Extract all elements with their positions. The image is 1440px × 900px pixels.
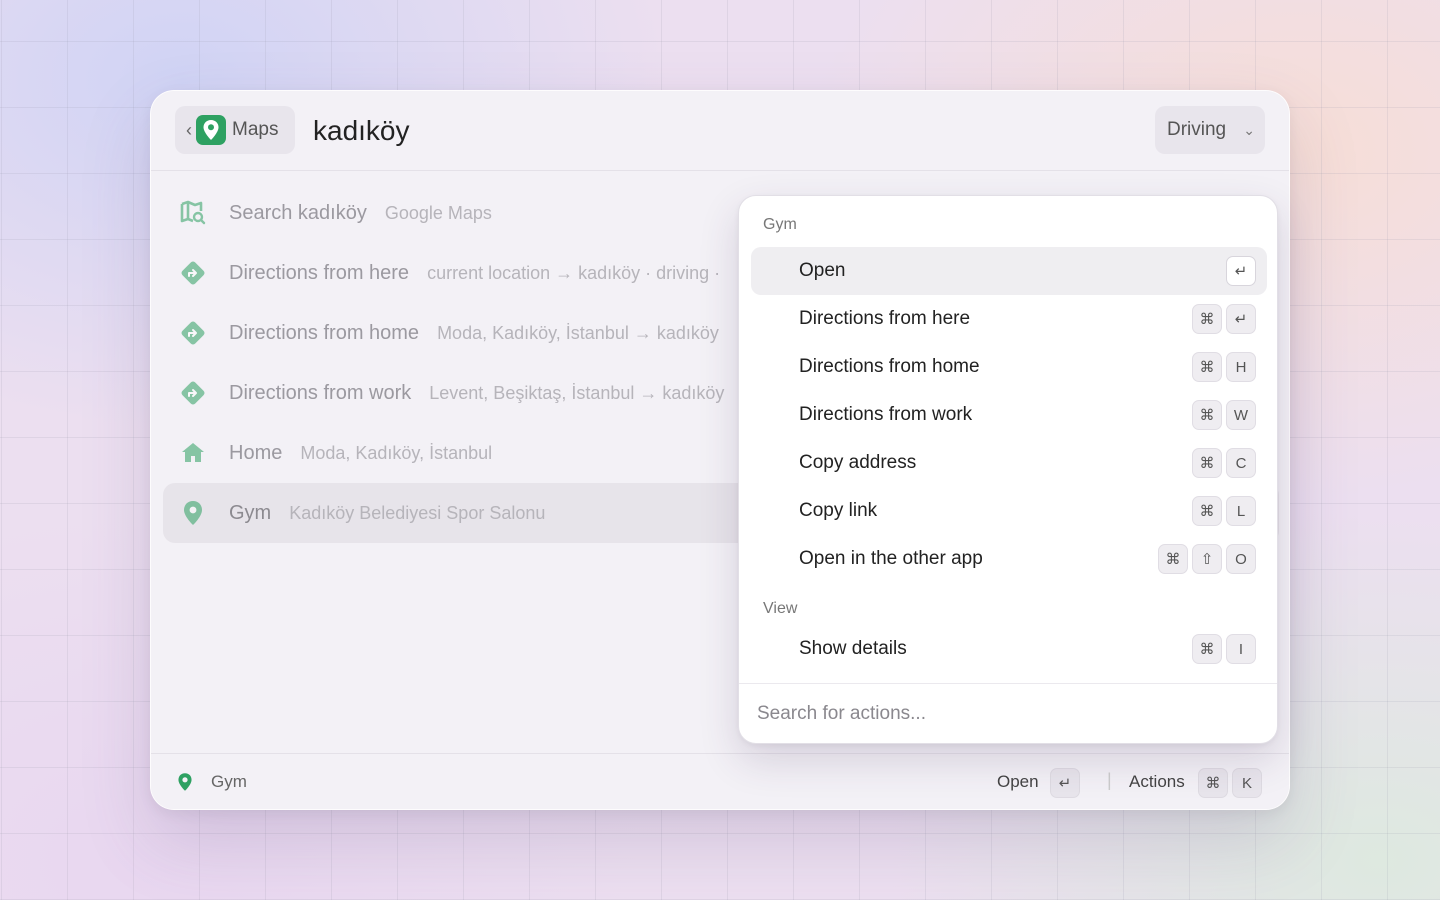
actions-search bbox=[739, 683, 1277, 743]
result-subtitle: current location → kadıköy · driving · bbox=[427, 262, 721, 283]
action-copy-link[interactable]: Copy link ⌘ L bbox=[751, 487, 1267, 535]
action-label: Open in the other app bbox=[799, 548, 983, 569]
result-title: Gym bbox=[229, 501, 272, 524]
cmd-key: ⌘ bbox=[1158, 544, 1188, 574]
result-subtitle: Levent, Beşiktaş, İstanbul → kadıköy bbox=[429, 382, 725, 403]
shift-key: ⇧ bbox=[1192, 544, 1222, 574]
cmd-key: ⌘ bbox=[1192, 304, 1222, 334]
cmd-key: ⌘ bbox=[1192, 496, 1222, 526]
footer-separator: | bbox=[1107, 770, 1112, 790]
cmd-key: ⌘ bbox=[1198, 768, 1228, 798]
action-label: Copy address bbox=[799, 452, 917, 473]
action-label: Directions from work bbox=[799, 404, 973, 425]
action-label: Directions from home bbox=[799, 356, 980, 377]
home-icon bbox=[179, 439, 207, 467]
action-copy-address[interactable]: Copy address ⌘ C bbox=[751, 439, 1267, 487]
result-title: Search kadıköy bbox=[229, 201, 367, 224]
header: ‹ Maps kadıköy Driving ⌄ bbox=[151, 91, 1289, 171]
cmd-key: ⌘ bbox=[1192, 400, 1222, 430]
result-subtitle: Moda, Kadıköy, İstanbul bbox=[300, 442, 493, 463]
travel-mode-dropdown[interactable]: Driving ⌄ bbox=[1155, 106, 1265, 154]
footer-title: Gym bbox=[211, 772, 247, 791]
back-button[interactable]: ‹ Maps bbox=[175, 106, 295, 154]
pin-icon bbox=[179, 499, 207, 527]
directions-icon bbox=[179, 259, 207, 287]
cmd-key: ⌘ bbox=[1192, 634, 1222, 664]
result-title: Home bbox=[229, 441, 283, 464]
action-directions-home[interactable]: Directions from home ⌘ H bbox=[751, 343, 1267, 391]
c-key: C bbox=[1226, 448, 1256, 478]
result-title: Directions from work bbox=[229, 381, 412, 404]
w-key: W bbox=[1226, 400, 1256, 430]
actions-menu: Gym Open ↵ Directions from here ⌘ ↵ Direc… bbox=[738, 195, 1278, 744]
chevron-left-icon: ‹ bbox=[186, 119, 192, 140]
footer-actions-button[interactable]: Actions bbox=[1129, 772, 1185, 792]
pin-icon bbox=[177, 772, 193, 797]
result-title: Directions from home bbox=[229, 321, 420, 344]
h-key: H bbox=[1226, 352, 1256, 382]
enter-key: ↵ bbox=[1050, 768, 1080, 798]
app-name: Maps bbox=[232, 119, 279, 140]
action-label: Show details bbox=[799, 638, 907, 659]
search-query[interactable]: kadıköy bbox=[313, 115, 410, 147]
section-label-view: View bbox=[763, 600, 798, 617]
result-title: Directions from here bbox=[229, 261, 410, 284]
action-open-other-app[interactable]: Open in the other app ⌘ ⇧ O bbox=[751, 535, 1267, 583]
action-label: Copy link bbox=[799, 500, 878, 521]
enter-key: ↵ bbox=[1226, 304, 1256, 334]
directions-icon bbox=[179, 379, 207, 407]
section-label-gym: Gym bbox=[763, 216, 797, 233]
result-subtitle: Moda, Kadıköy, İstanbul → kadıköy bbox=[437, 322, 719, 343]
footer-open-button[interactable]: Open bbox=[997, 772, 1039, 792]
i-key: I bbox=[1226, 634, 1256, 664]
directions-icon bbox=[179, 319, 207, 347]
enter-key: ↵ bbox=[1226, 256, 1256, 286]
action-directions-here[interactable]: Directions from here ⌘ ↵ bbox=[751, 295, 1267, 343]
action-open[interactable]: Open ↵ bbox=[751, 247, 1267, 295]
k-key: K bbox=[1232, 768, 1262, 798]
result-subtitle: Google Maps bbox=[384, 202, 492, 223]
cmd-key: ⌘ bbox=[1192, 352, 1222, 382]
action-label: Directions from here bbox=[799, 308, 971, 329]
maps-app-icon bbox=[196, 115, 226, 145]
travel-mode-value: Driving bbox=[1167, 119, 1227, 140]
o-key: O bbox=[1226, 544, 1256, 574]
cmd-key: ⌘ bbox=[1192, 448, 1222, 478]
map-search-icon bbox=[179, 199, 207, 227]
action-show-details[interactable]: Show details ⌘ I bbox=[751, 625, 1267, 673]
action-label: Open bbox=[799, 260, 846, 281]
actions-search-input[interactable] bbox=[739, 684, 1277, 743]
result-subtitle: Kadıköy Belediyesi Spor Salonu bbox=[289, 502, 546, 523]
chevron-down-icon: ⌄ bbox=[1243, 122, 1255, 138]
footer-bar: Gym Open ↵ | Actions ⌘ K bbox=[151, 753, 1289, 809]
action-directions-work[interactable]: Directions from work ⌘ W bbox=[751, 391, 1267, 439]
l-key: L bbox=[1226, 496, 1256, 526]
